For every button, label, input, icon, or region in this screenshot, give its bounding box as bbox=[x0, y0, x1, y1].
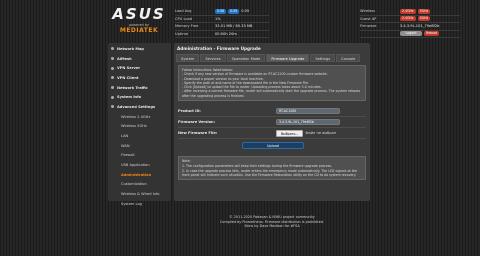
product-id-row: Product ID: RT-AC1200 bbox=[178, 106, 366, 118]
brand-mediatek: MEDIATEK bbox=[119, 27, 159, 34]
bullet-icon bbox=[111, 47, 114, 51]
firmware-version-value: 3.4.3.9L-101_79e8f2b bbox=[276, 119, 340, 126]
wireless-5-badge[interactable]: 5GHz bbox=[417, 8, 431, 14]
tab-firmware-upgrade[interactable]: Firmware Upgrade bbox=[266, 54, 310, 62]
tab-bar: System Services Operation Mode Firmware … bbox=[176, 54, 370, 62]
sidebar-item-network-map[interactable]: Network Map bbox=[108, 44, 171, 54]
bullet-icon bbox=[111, 86, 114, 90]
sidebar-item-aimesh[interactable]: AiMesh bbox=[108, 54, 171, 64]
product-id-value: RT-AC1200 bbox=[276, 108, 340, 115]
bullet-icon bbox=[111, 76, 114, 80]
guest-5-badge[interactable]: 5GHz bbox=[417, 16, 431, 22]
file-status: Файл не выбран bbox=[305, 131, 337, 136]
status-row-uptime: Uptime 00:00h 20m bbox=[175, 31, 269, 38]
sidebar-item-firewall[interactable]: Firewall bbox=[108, 151, 171, 161]
status-row-load: Load Avg 0.06 0.09 0.05 bbox=[175, 8, 269, 16]
status-panel-wireless: Wireless 2.4GHz 5GHz Guest AP 2.4GHz 5GH… bbox=[360, 8, 460, 38]
sidebar-item-advanced-settings[interactable]: Advanced Settings bbox=[108, 102, 171, 112]
instructions-box: Follow instructions listed below: - Chec… bbox=[178, 65, 366, 102]
status-panel-system: Load Avg 0.06 0.09 0.05 CPU Load 1% Memo… bbox=[175, 8, 269, 38]
sidebar-item-lan[interactable]: LAN bbox=[108, 131, 171, 141]
status-row-memory: Memory Free 33.01 MB / 60.33 MB bbox=[175, 23, 269, 31]
sidebar-item-customization[interactable]: Customization bbox=[108, 180, 171, 190]
sidebar-item-wireless-5[interactable]: Wireless 5GHz bbox=[108, 122, 171, 132]
choose-file-button[interactable]: Выбрать... bbox=[276, 129, 304, 137]
status-row-wireless: Wireless 2.4GHz 5GHz bbox=[360, 8, 460, 16]
tab-operation-mode[interactable]: Operation Mode bbox=[226, 54, 266, 62]
note-box: Note: 1. The configuration parameters wi… bbox=[178, 156, 366, 181]
tab-services[interactable]: Services bbox=[200, 54, 226, 62]
new-firmware-row: New Firmware File: Выбрать... Файл не вы… bbox=[178, 128, 366, 140]
firmware-version-label: Firmware Version: bbox=[178, 120, 216, 125]
status-row-guest: Guest AP 2.4GHz 5GHz bbox=[360, 16, 460, 23]
brand-asus: ASUS bbox=[112, 5, 166, 23]
note-title: Note: bbox=[182, 159, 191, 164]
wireless-24-badge[interactable]: 2.4GHz bbox=[400, 8, 416, 14]
page-title: Administration - Firmware Upgrade bbox=[177, 46, 261, 51]
sidebar-item-wireless-24[interactable]: Wireless 2.4GHz bbox=[108, 112, 171, 122]
sidebar-item-system-info[interactable]: System Info bbox=[108, 92, 171, 102]
tab-system[interactable]: System bbox=[176, 54, 200, 62]
sidebar-item-usb-application[interactable]: USB Application bbox=[108, 160, 171, 170]
status-row-cpu: CPU Load 1% bbox=[175, 16, 269, 23]
logout-button[interactable]: Logout bbox=[400, 31, 422, 37]
sidebar-item-wireless-wired-info[interactable]: Wireless & Wired Info bbox=[108, 189, 171, 199]
sidebar-item-administration[interactable]: Administration bbox=[108, 170, 171, 180]
main-panel: Administration - Firmware Upgrade System… bbox=[174, 43, 370, 201]
sidebar-item-system-log[interactable]: System Log bbox=[108, 199, 171, 209]
product-id-label: Product ID: bbox=[178, 109, 201, 114]
firmware-version-row: Firmware Version: 3.4.3.9L-101_79e8f2b bbox=[178, 117, 366, 129]
bullet-icon bbox=[111, 66, 114, 70]
bullet-icon bbox=[111, 57, 114, 61]
status-row-firmware: Firmware 3.4.3.9L-101_79e8f2b bbox=[360, 23, 460, 31]
bullet-icon bbox=[111, 105, 114, 109]
tab-settings[interactable]: Settings bbox=[310, 54, 336, 62]
reboot-button[interactable]: Reboot bbox=[424, 31, 440, 37]
sidebar-item-vpn-server[interactable]: VPN Server bbox=[108, 63, 171, 73]
bullet-icon bbox=[111, 95, 114, 99]
upload-button[interactable]: Upload bbox=[242, 142, 304, 150]
new-firmware-label: New Firmware File: bbox=[178, 131, 218, 136]
tab-console[interactable]: Console bbox=[336, 54, 361, 62]
guest-24-badge[interactable]: 2.4GHz bbox=[400, 16, 416, 22]
footer: © 2011-2020 Padavan & N56U project commu… bbox=[220, 215, 324, 229]
sidebar-item-vpn-client[interactable]: VPN Client bbox=[108, 73, 171, 83]
sidebar-item-wan[interactable]: WAN bbox=[108, 141, 171, 151]
sidebar-item-network-traffic[interactable]: Network Traffic bbox=[108, 83, 171, 93]
status-row-actions: Logout Reboot bbox=[360, 31, 460, 38]
asus-logo: ASUS powered by MEDIATEK bbox=[108, 7, 170, 39]
sidebar: Network Map AiMesh VPN Server VPN Client… bbox=[108, 43, 171, 206]
